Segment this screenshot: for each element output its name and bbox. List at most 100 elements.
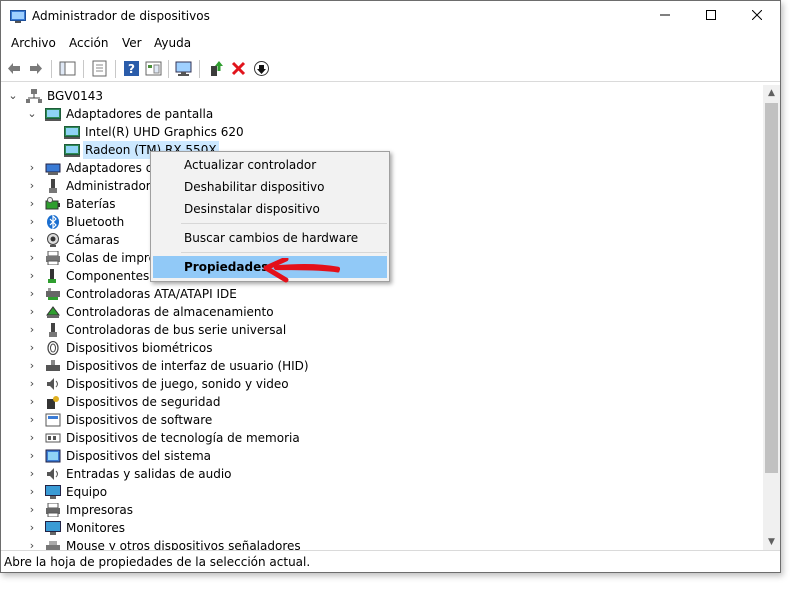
chevron-down-icon[interactable]: ⌄ xyxy=(26,105,38,123)
printer-icon xyxy=(46,503,60,517)
chevron-right-icon[interactable]: › xyxy=(26,393,38,411)
menu-archivo[interactable]: Archivo xyxy=(11,36,56,50)
tree-item-label: Mouse y otros dispositivos señaladores xyxy=(66,539,301,551)
monitor-icon xyxy=(45,521,61,535)
tree-item-label: Dispositivos biométricos xyxy=(66,341,213,355)
software-component-icon xyxy=(48,269,56,283)
audio-io-icon xyxy=(47,468,58,480)
chevron-right-icon[interactable]: › xyxy=(26,177,38,195)
close-button[interactable] xyxy=(734,1,780,32)
menu-ayuda[interactable]: Ayuda xyxy=(154,36,191,50)
status-text: Abre la hoja de propiedades de la selecc… xyxy=(4,555,311,569)
chevron-right-icon[interactable]: › xyxy=(26,285,38,303)
category-row[interactable]: › Controladoras de bus serie universal xyxy=(2,321,402,339)
forward-arrow-icon[interactable] xyxy=(27,60,44,77)
chevron-right-icon[interactable]: › xyxy=(26,357,38,375)
software-device-icon xyxy=(45,413,61,427)
tree-item-label: Colas de impres xyxy=(66,251,163,265)
category-row[interactable]: ⌄ Adaptadores de pantalla xyxy=(2,105,402,123)
chevron-right-icon[interactable]: › xyxy=(26,159,38,177)
chevron-right-icon[interactable]: › xyxy=(26,195,38,213)
chevron-right-icon[interactable]: › xyxy=(26,519,38,537)
chevron-right-icon[interactable]: › xyxy=(26,483,38,501)
category-row[interactable]: › Dispositivos biométricos xyxy=(2,339,402,357)
tree-item-label: Cámaras xyxy=(66,233,120,247)
display-adapter-icon xyxy=(45,108,61,121)
tree-item-label: Adaptadores de pantalla xyxy=(66,107,214,121)
camera-icon xyxy=(47,233,59,247)
display-adapter-icon xyxy=(64,144,80,157)
chevron-right-icon[interactable]: › xyxy=(26,429,38,447)
minimize-button[interactable] xyxy=(642,1,688,32)
tree-item-label: Monitores xyxy=(66,521,125,535)
vertical-scrollbar[interactable]: ▲ ▼ xyxy=(763,85,780,551)
chevron-right-icon[interactable]: › xyxy=(26,501,38,519)
category-row[interactable]: › Monitores xyxy=(2,519,402,537)
menu-item-disable-device[interactable]: Deshabilitar dispositivo xyxy=(151,176,389,198)
maximize-icon xyxy=(706,10,716,20)
category-row[interactable]: › Dispositivos de interfaz de usuario (HI… xyxy=(2,357,402,375)
show-hide-console-tree-icon[interactable] xyxy=(59,60,76,77)
category-row[interactable]: › Dispositivos de seguridad xyxy=(2,393,402,411)
category-row[interactable]: › Dispositivos del sistema xyxy=(2,447,402,465)
tree-item-label: Controladoras ATA/ATAPI IDE xyxy=(66,287,237,301)
category-row[interactable]: › Mouse y otros dispositivos señaladores xyxy=(2,537,402,551)
category-row[interactable]: › Equipo xyxy=(2,483,402,501)
menu-item-uninstall-device[interactable]: Desinstalar dispositivo xyxy=(151,198,389,220)
chevron-right-icon[interactable]: › xyxy=(26,339,38,357)
category-row[interactable]: › Dispositivos de tecnología de memoria xyxy=(2,429,402,447)
toolbar-separator xyxy=(168,60,169,78)
tree-item-label: Impresoras xyxy=(66,503,134,517)
category-row[interactable]: › Impresoras xyxy=(2,501,402,519)
update-driver-icon[interactable] xyxy=(208,60,225,77)
category-row[interactable]: › Controladoras de almacenamiento xyxy=(2,303,402,321)
chevron-right-icon[interactable]: › xyxy=(26,321,38,339)
chevron-right-icon[interactable]: › xyxy=(26,231,38,249)
security-device-icon xyxy=(47,396,59,409)
category-row[interactable]: › Entradas y salidas de audio xyxy=(2,465,402,483)
category-row[interactable]: › Controladoras ATA/ATAPI IDE xyxy=(2,285,402,303)
maximize-button[interactable] xyxy=(688,1,734,32)
chevron-right-icon[interactable]: › xyxy=(26,303,38,321)
tree-item-label: Baterías xyxy=(66,197,116,211)
uninstall-device-icon[interactable] xyxy=(230,60,247,77)
chevron-down-icon[interactable]: ⌄ xyxy=(7,87,19,105)
chevron-right-icon[interactable]: › xyxy=(26,249,38,267)
menu-accion[interactable]: Acción xyxy=(69,36,108,50)
minimize-icon xyxy=(660,14,670,16)
chevron-right-icon[interactable]: › xyxy=(26,213,38,231)
printer-queue-icon xyxy=(46,251,60,265)
device-row[interactable]: Intel(R) UHD Graphics 620 xyxy=(2,123,402,141)
tree-root-row[interactable]: ⌄ BGV0143 xyxy=(2,87,302,105)
scroll-down-arrow-icon[interactable]: ▼ xyxy=(763,534,780,551)
chevron-right-icon[interactable]: › xyxy=(26,465,38,483)
status-bar: Abre la hoja de propiedades de la selecc… xyxy=(1,550,780,572)
view-resources-icon[interactable] xyxy=(145,60,162,77)
back-arrow-icon[interactable] xyxy=(6,60,23,77)
chevron-right-icon[interactable]: › xyxy=(26,267,38,285)
chevron-right-icon[interactable]: › xyxy=(26,411,38,429)
menu-item-scan-hardware[interactable]: Buscar cambios de hardware xyxy=(151,227,389,249)
scrollbar-thumb[interactable] xyxy=(765,103,778,473)
help-icon[interactable]: ? xyxy=(123,60,140,77)
menu-bar: Archivo Acción Ver Ayuda xyxy=(1,33,780,54)
menu-ver[interactable]: Ver xyxy=(122,36,142,50)
category-row[interactable]: › Dispositivos de juego, sonido y video xyxy=(2,375,402,393)
window-title: Administrador de dispositivos xyxy=(32,9,210,23)
tree-item-label: Dispositivos de tecnología de memoria xyxy=(66,431,300,445)
chevron-right-icon[interactable]: › xyxy=(26,447,38,465)
toolbar-separator xyxy=(51,60,52,78)
chevron-right-icon[interactable]: › xyxy=(26,537,38,551)
tree-item-label: Controladoras de bus serie universal xyxy=(66,323,287,337)
enable-device-icon[interactable] xyxy=(253,60,270,77)
tree-root-label: BGV0143 xyxy=(47,89,104,103)
menu-item-update-driver[interactable]: Actualizar controlador xyxy=(151,154,389,176)
scroll-up-arrow-icon[interactable]: ▲ xyxy=(763,85,780,102)
memory-technology-icon xyxy=(45,433,61,443)
menu-separator xyxy=(181,252,387,253)
chevron-right-icon[interactable]: › xyxy=(26,375,38,393)
properties-sheet-icon[interactable] xyxy=(91,60,108,77)
scan-hardware-monitor-icon[interactable] xyxy=(175,60,192,77)
device-manager-app-icon xyxy=(10,10,26,23)
category-row[interactable]: › Dispositivos de software xyxy=(2,411,402,429)
